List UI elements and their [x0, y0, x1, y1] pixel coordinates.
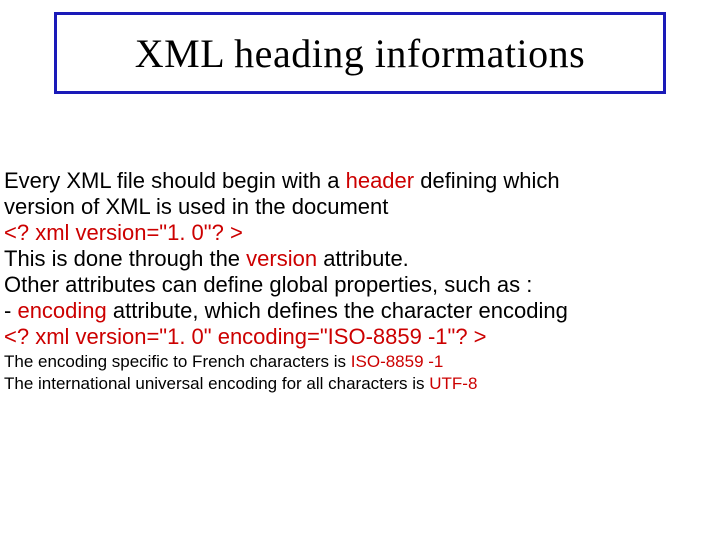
- text: The international universal encoding for…: [4, 374, 429, 393]
- keyword-encoding: encoding: [17, 298, 106, 323]
- footnote-line: The international universal encoding for…: [4, 374, 716, 395]
- code-line: <? xml version="1. 0"? >: [4, 220, 716, 246]
- code-line: <? xml version="1. 0" encoding="ISO-8859…: [4, 324, 716, 350]
- keyword-version: version: [246, 246, 317, 271]
- paragraph-line: - encoding attribute, which defines the …: [4, 298, 716, 324]
- title-box: XML heading informations: [54, 12, 666, 94]
- keyword-header: header: [346, 168, 415, 193]
- encoding-utf8: UTF-8: [429, 374, 477, 393]
- text: The encoding specific to French characte…: [4, 352, 351, 371]
- slide: XML heading informations Every XML file …: [0, 0, 720, 540]
- paragraph-line: Every XML file should begin with a heade…: [4, 168, 716, 194]
- slide-title: XML heading informations: [135, 30, 585, 77]
- text: -: [4, 298, 17, 323]
- xml-declaration-basic: <? xml version="1. 0"? >: [4, 220, 243, 245]
- paragraph-line: version of XML is used in the document: [4, 194, 716, 220]
- text: defining which: [414, 168, 560, 193]
- text: version of XML is used in the document: [4, 194, 388, 219]
- body-text: Every XML file should begin with a heade…: [4, 168, 716, 395]
- footnote-line: The encoding specific to French characte…: [4, 352, 716, 373]
- text: attribute.: [317, 246, 409, 271]
- text: Every XML file should begin with a: [4, 168, 346, 193]
- encoding-iso: ISO-8859 -1: [351, 352, 444, 371]
- xml-declaration-encoding: <? xml version="1. 0" encoding="ISO-8859…: [4, 324, 487, 349]
- text: attribute, which defines the character e…: [107, 298, 568, 323]
- paragraph-line: Other attributes can define global prope…: [4, 272, 716, 298]
- text: Other attributes can define global prope…: [4, 272, 532, 297]
- paragraph-line: This is done through the version attribu…: [4, 246, 716, 272]
- text: This is done through the: [4, 246, 246, 271]
